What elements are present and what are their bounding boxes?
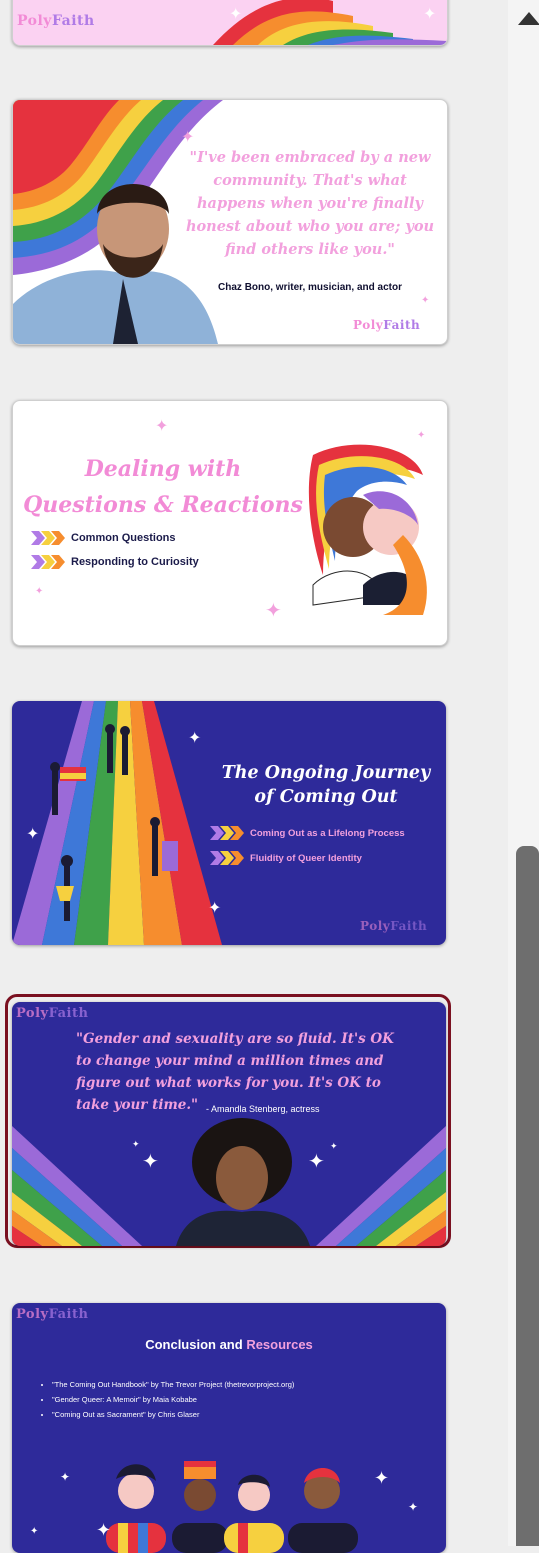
slide-thumbnail-conclusion[interactable]: PolyFaith Conclusion and Resources "The … xyxy=(12,1303,446,1553)
group-illustration xyxy=(106,1461,358,1553)
list-item: "Gender Queer: A Memoir" by Maia Kobabe xyxy=(52,1392,294,1407)
sparkle-icon: ✦ xyxy=(155,418,169,435)
sparkle-icon: ✦ xyxy=(421,295,430,306)
sparkle-icon: ✦ xyxy=(374,1468,390,1488)
quote-text: "I've been embraced by a new community. … xyxy=(185,149,435,258)
sparkle-icon: ✦ xyxy=(30,1526,39,1537)
quote-attribution: - Amandla Stenberg, actress xyxy=(206,1104,320,1114)
slide-title: Conclusion and Resources xyxy=(145,1337,313,1352)
sparkle-icon: ✦ xyxy=(417,430,426,441)
sparkle-icon: ✦ xyxy=(229,6,243,23)
slide-thumbnail-ongoing-journey[interactable]: The Ongoing Journey of Coming Out Coming… xyxy=(12,701,446,945)
sparkle-icon: ✦ xyxy=(330,1141,338,1151)
bullet-item: Fluidity of Queer Identity xyxy=(210,851,362,865)
list-item: "The Coming Out Handbook" by The Trevor … xyxy=(52,1377,294,1392)
bullet-item: Responding to Curiosity xyxy=(31,555,199,569)
rainbow-chevron-icon xyxy=(31,531,65,545)
sparkle-icon: ✦ xyxy=(96,1520,112,1540)
polyfaith-logo: PolyFaith xyxy=(353,318,421,332)
slide-thumbnail-amandla-quote[interactable]: PolyFaith "Gender and sexuality are so f… xyxy=(12,1002,446,1246)
rainbow-rays-left xyxy=(12,1126,142,1246)
slide-thumbnail-partial[interactable]: PolyFaith ✦ ✦ xyxy=(12,0,448,46)
slide-thumbnail-dealing-questions[interactable]: Dealing with Questions & Reactions Commo… xyxy=(12,400,448,646)
slide-thumbnail-chaz-quote[interactable]: "I've been embraced by a new community. … xyxy=(12,99,448,345)
sparkle-icon: ✦ xyxy=(208,900,222,917)
rainbow-chevron-icon xyxy=(210,826,244,840)
sparkle-icon: ✦ xyxy=(423,6,437,23)
scrollbar-thumb[interactable] xyxy=(516,846,539,1546)
slide-title: The Ongoing Journey of Coming Out xyxy=(221,763,431,807)
slide-thumbnail-panel: PolyFaith ✦ ✦ "I've been embraced by a n… xyxy=(0,0,508,1553)
bullet-item: Coming Out as a Lifelong Process xyxy=(210,826,405,840)
polyfaith-logo: PolyFaith xyxy=(360,919,428,933)
sparkle-icon: ✦ xyxy=(265,600,282,622)
sparkle-icon: ✦ xyxy=(26,826,40,843)
sparkle-icon: ✦ xyxy=(132,1139,140,1149)
sparkle-icon: ✦ xyxy=(181,129,195,146)
quote-text: "Gender and sexuality are so fluid. It's… xyxy=(76,1031,394,1113)
rainbow-chevron-icon xyxy=(210,851,244,865)
scroll-up-arrow-icon[interactable] xyxy=(518,12,539,25)
sparkle-icon: ✦ xyxy=(188,730,202,747)
sparkle-icon: ✦ xyxy=(60,1470,71,1484)
list-item: "Coming Out as Sacrament" by Chris Glase… xyxy=(52,1407,294,1422)
sparkle-icon: ✦ xyxy=(35,586,44,597)
polyfaith-logo: PolyFaith xyxy=(16,1307,89,1322)
slide-title: Dealing with Questions & Reactions xyxy=(23,456,303,518)
sparkle-icon: ✦ xyxy=(408,1500,419,1514)
polyfaith-logo: PolyFaith xyxy=(16,1006,89,1021)
rainbow-rays-right xyxy=(316,1126,446,1246)
quote-attribution: Chaz Bono, writer, musician, and actor xyxy=(218,282,402,293)
bullet-item: Common Questions xyxy=(31,531,176,545)
person-photo xyxy=(176,1118,310,1246)
sparkle-icon: ✦ xyxy=(308,1151,325,1173)
resources-list: "The Coming Out Handbook" by The Trevor … xyxy=(38,1377,294,1422)
sparkle-icon: ✦ xyxy=(142,1151,159,1173)
couple-illustration xyxy=(308,444,427,615)
rainbow-chevron-icon xyxy=(31,555,65,569)
